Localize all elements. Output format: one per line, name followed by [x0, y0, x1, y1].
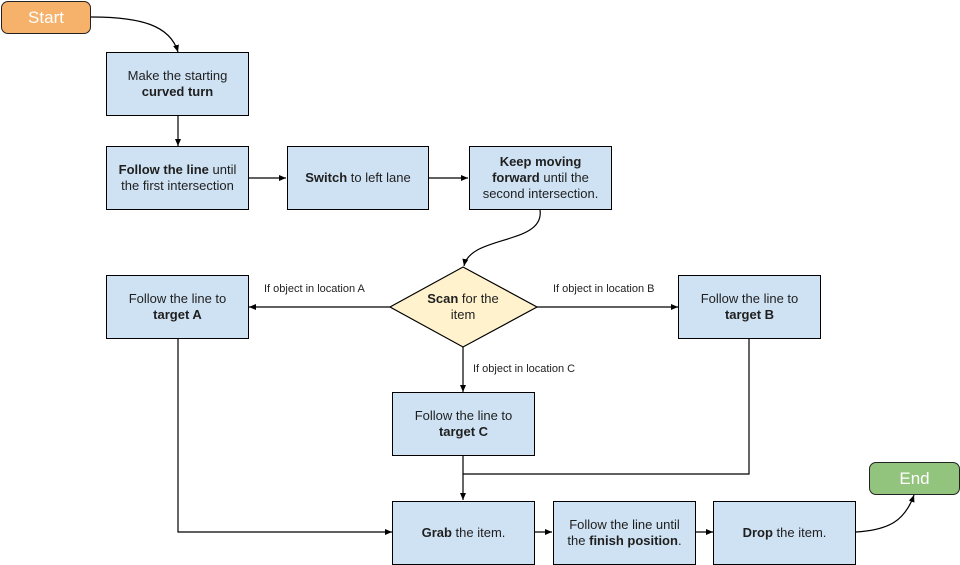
node-text: Keep moving forward until the second int…: [482, 154, 599, 201]
node-text: Follow the line until the finish positio…: [567, 517, 682, 548]
node-grab: Grab the item.: [392, 501, 535, 565]
node-follow-first-intersection: Follow the line until the first intersec…: [106, 146, 249, 210]
node-text: Grab the item.: [421, 525, 506, 540]
edge-a-to-grab: [177, 339, 392, 535]
end-label: End: [899, 468, 930, 488]
edge-keep-to-scan: [462, 209, 541, 267]
edge-drop-to-end: [855, 494, 915, 533]
node-text: Follow the line until the first intersec…: [118, 162, 237, 193]
node-text: Drop the item.: [742, 525, 827, 540]
node-text: Switch to left lane: [305, 170, 411, 185]
start-label: Start: [28, 7, 64, 27]
edge-label-location-a: If object in location A: [264, 283, 365, 295]
node-target-c: Follow the line to target C: [392, 392, 535, 456]
node-text: Scan for the item: [427, 291, 499, 322]
node-switch-lane: Switch to left lane: [287, 146, 429, 210]
edge-label-location-b: If object in location B: [553, 283, 655, 295]
node-target-b: Follow the line to target B: [678, 275, 821, 339]
node-finish-position: Follow the line until the finish positio…: [553, 501, 696, 565]
start-terminal: Start: [1, 1, 91, 34]
node-text: Follow the line to target C: [414, 408, 513, 439]
edge-start-to-curved-turn: [90, 16, 179, 53]
end-terminal: End: [869, 462, 960, 495]
node-text: Make the starting curved turn: [127, 68, 228, 99]
node-scan: Scan for the item: [420, 290, 506, 324]
edge-label-location-c: If object in location C: [473, 363, 576, 375]
node-curved-turn: Make the starting curved turn: [106, 52, 249, 116]
node-target-a: Follow the line to target A: [106, 275, 249, 339]
node-drop: Drop the item.: [713, 501, 856, 565]
node-text: Follow the line to target B: [700, 291, 799, 322]
node-text: Follow the line to target A: [128, 291, 227, 322]
node-keep-moving: Keep moving forward until the second int…: [469, 146, 612, 210]
